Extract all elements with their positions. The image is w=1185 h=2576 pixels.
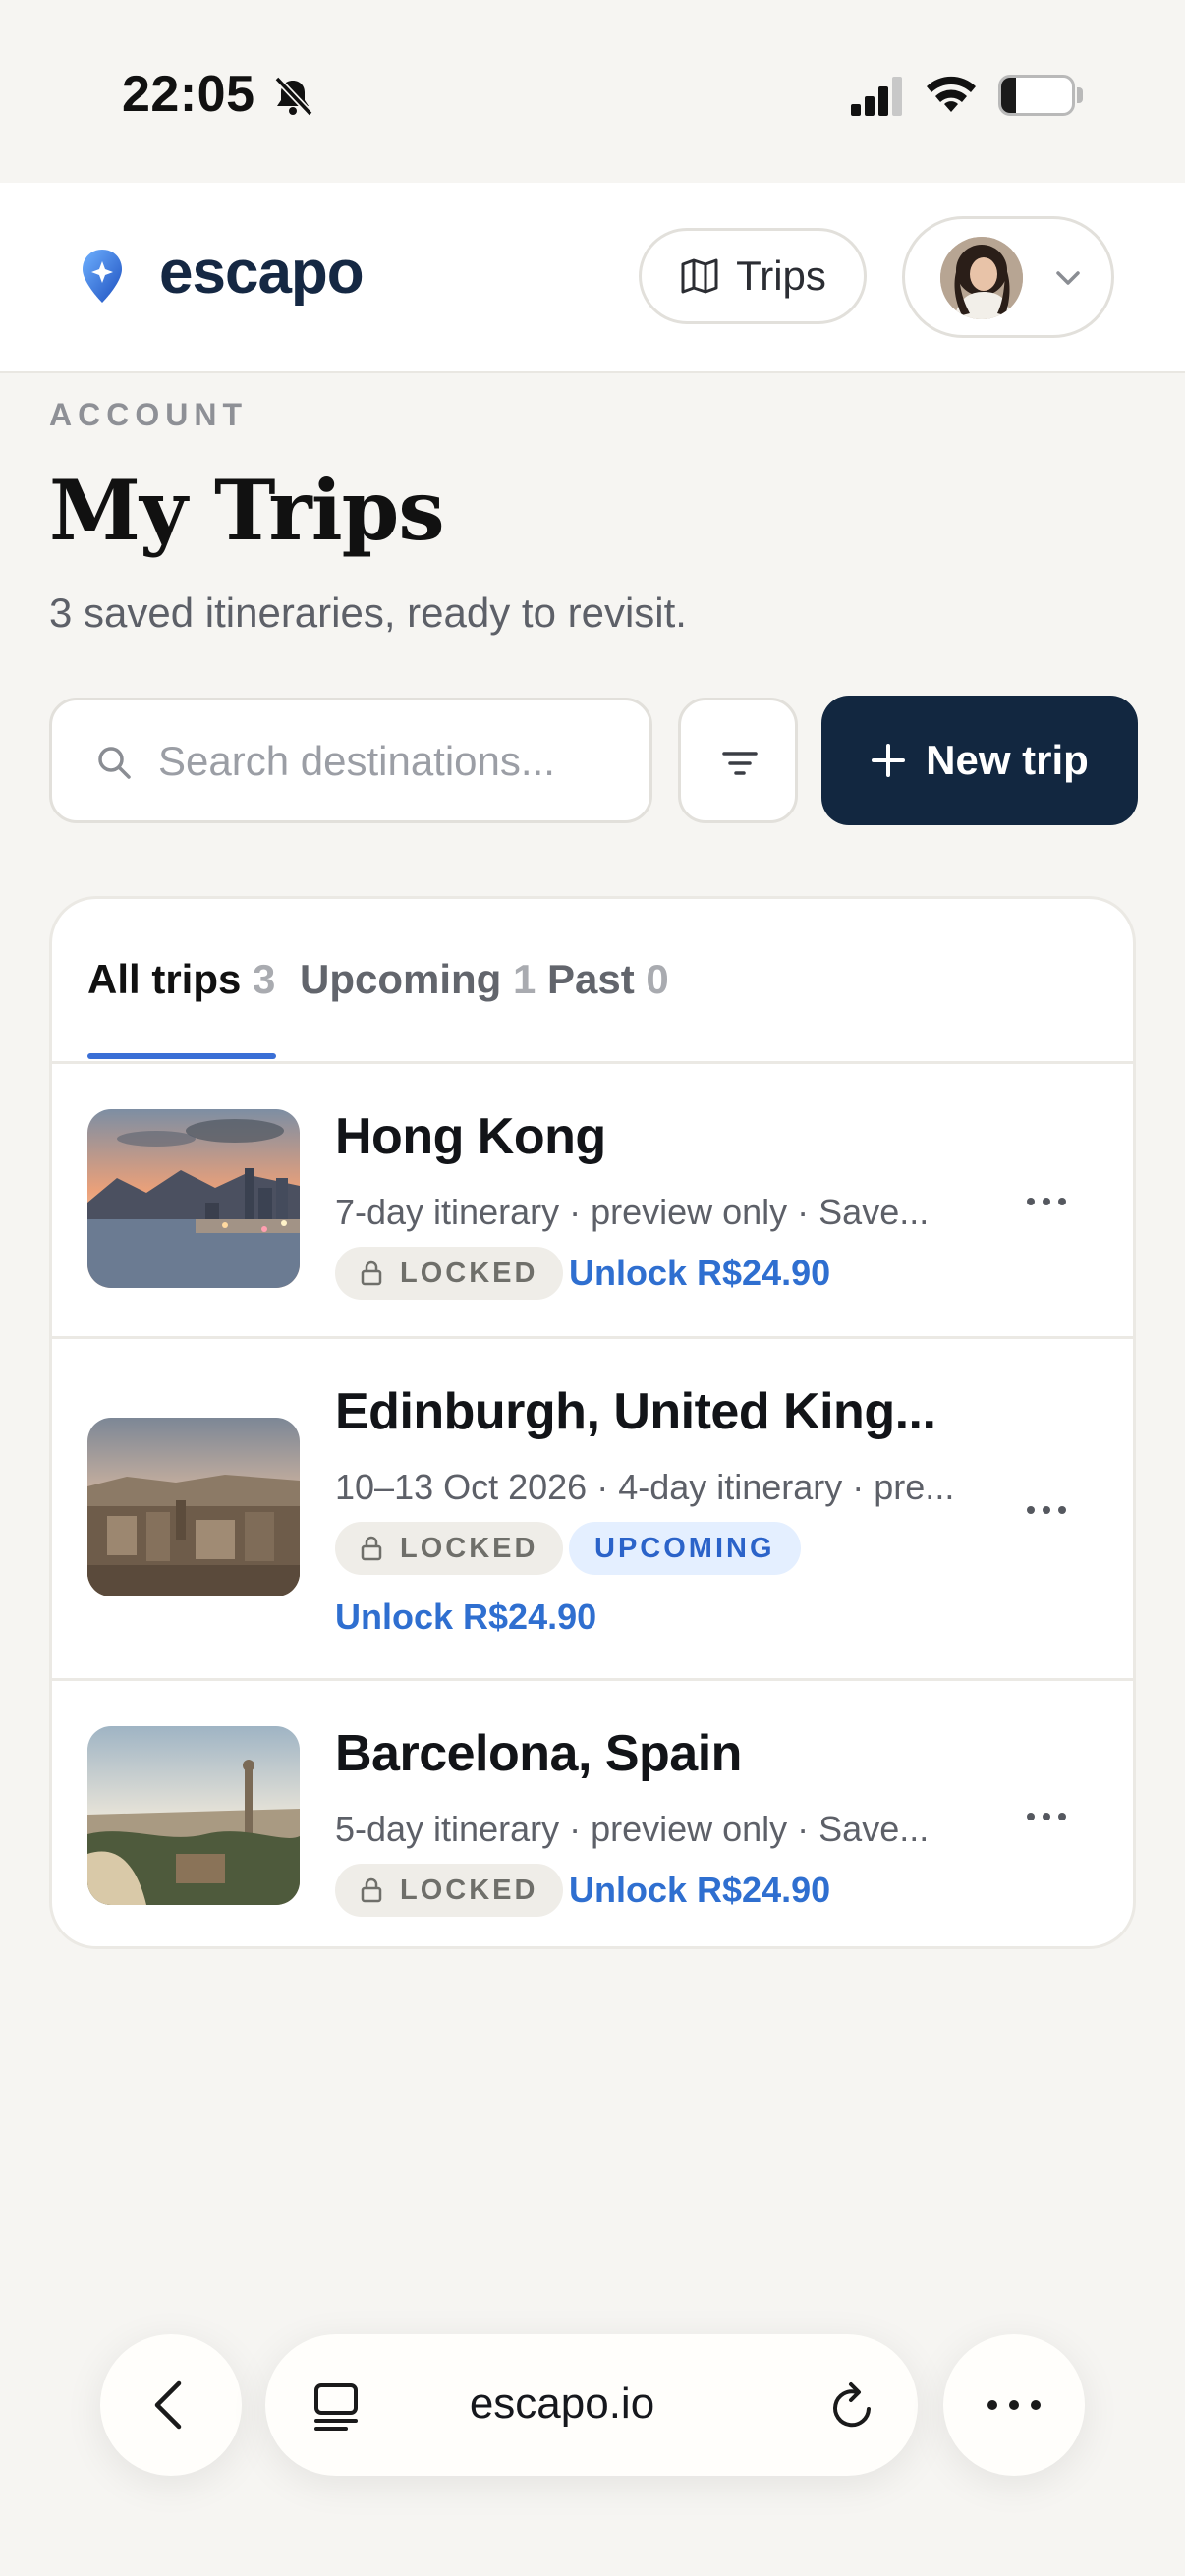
- url-text: escapo.io: [469, 2380, 655, 2428]
- locked-badge-label: LOCKED: [400, 1874, 538, 1906]
- trip-row-hong-kong[interactable]: Hong Kong 7-day itinerary · preview only…: [52, 1064, 1133, 1339]
- tab-count: 0: [646, 956, 669, 1002]
- upcoming-badge: UPCOMING: [569, 1522, 801, 1575]
- unlock-link[interactable]: Unlock R$24.90: [335, 1596, 596, 1638]
- tab-past[interactable]: Past 0: [547, 956, 669, 1003]
- filter-icon: [722, 752, 758, 775]
- trip-title: Barcelona, Spain: [335, 1725, 742, 1782]
- trip-thumbnail: [87, 1109, 300, 1288]
- page-title: My Trips: [49, 462, 445, 559]
- trip-meta: 7-day itinerary · preview only · Save...: [335, 1192, 930, 1232]
- trip-title: Edinburgh, United King...: [335, 1383, 936, 1440]
- trip-row-barcelona[interactable]: Barcelona, Spain 5-day itinerary · previ…: [52, 1681, 1133, 1946]
- browser-toolbar: escapo.io: [0, 2289, 1185, 2576]
- browser-menu-button[interactable]: [943, 2334, 1085, 2476]
- address-bar[interactable]: escapo.io: [265, 2334, 918, 2476]
- trips-card: All trips 3 Upcoming 1 Past 0 Hong Kong …: [49, 896, 1136, 1949]
- brand-name: escapo: [159, 239, 365, 307]
- locked-badge: LOCKED: [335, 1522, 564, 1575]
- locked-badge-label: LOCKED: [400, 1532, 538, 1564]
- tab-label: Past: [547, 956, 635, 1002]
- search-icon: [98, 747, 131, 779]
- chevron-down-icon: [1056, 271, 1080, 285]
- tab-label: All trips: [87, 956, 242, 1002]
- battery-indicator: 21: [998, 75, 1083, 116]
- upcoming-badge-label: UPCOMING: [594, 1532, 775, 1564]
- battery-level: 21: [1023, 82, 1056, 114]
- more-options-icon[interactable]: [1025, 1809, 1068, 1824]
- avatar: [940, 237, 1023, 319]
- tabs-overview-icon[interactable]: [310, 2380, 362, 2435]
- new-trip-label: New trip: [926, 737, 1089, 783]
- status-time: 22:05: [122, 66, 255, 123]
- tab-label: Upcoming: [300, 956, 502, 1002]
- more-options-icon[interactable]: [1025, 1194, 1068, 1209]
- wifi-icon: [927, 76, 976, 112]
- trips-nav-label: Trips: [736, 252, 826, 299]
- lock-icon: [361, 1536, 382, 1561]
- trip-row-edinburgh[interactable]: Edinburgh, United King... 10–13 Oct 2026…: [52, 1339, 1133, 1681]
- active-tab-indicator: [87, 1053, 276, 1059]
- unlock-link[interactable]: Unlock R$24.90: [569, 1870, 830, 1911]
- more-horizontal-icon: [988, 2400, 1041, 2410]
- tab-count: 1: [513, 956, 536, 1002]
- trip-thumbnail: [87, 1418, 300, 1596]
- trip-meta: 10–13 Oct 2026 · 4-day itinerary · pre..…: [335, 1467, 955, 1507]
- app-header: escapo Trips: [0, 183, 1185, 373]
- locked-badge: LOCKED: [335, 1864, 564, 1917]
- filter-button[interactable]: [678, 698, 798, 823]
- section-eyebrow: ACCOUNT: [49, 397, 248, 432]
- locked-badge-label: LOCKED: [400, 1257, 538, 1289]
- status-bar: 22:05 21: [0, 0, 1185, 183]
- trip-tabs: All trips 3 Upcoming 1 Past 0: [52, 899, 1133, 1064]
- page-subtitle: 3 saved itineraries, ready to revisit.: [49, 589, 687, 636]
- unlock-link[interactable]: Unlock R$24.90: [569, 1253, 830, 1294]
- locked-badge: LOCKED: [335, 1247, 564, 1300]
- tab-upcoming[interactable]: Upcoming 1: [300, 956, 536, 1003]
- cellular-signal-icon: [851, 77, 902, 116]
- trip-thumbnail: [87, 1726, 300, 1905]
- more-options-icon[interactable]: [1025, 1502, 1068, 1518]
- reload-icon[interactable]: [827, 2380, 878, 2435]
- tab-count: 3: [253, 956, 276, 1002]
- bell-muted-icon: [274, 76, 313, 117]
- plus-icon: [872, 744, 906, 777]
- trips-nav-button[interactable]: Trips: [639, 228, 867, 324]
- search-input[interactable]: [158, 728, 630, 795]
- search-box[interactable]: [49, 698, 652, 823]
- map-icon: [681, 258, 718, 294]
- tab-all-trips[interactable]: All trips 3: [87, 956, 275, 1003]
- chevron-left-icon: [154, 2380, 182, 2430]
- lock-icon: [361, 1260, 382, 1286]
- logo-pin-icon: [83, 250, 122, 303]
- trip-title: Hong Kong: [335, 1108, 606, 1165]
- trip-meta: 5-day itinerary · preview only · Save...: [335, 1809, 930, 1849]
- profile-menu-button[interactable]: [902, 216, 1114, 338]
- new-trip-button[interactable]: New trip: [821, 696, 1138, 825]
- lock-icon: [361, 1877, 382, 1903]
- back-button[interactable]: [100, 2334, 242, 2476]
